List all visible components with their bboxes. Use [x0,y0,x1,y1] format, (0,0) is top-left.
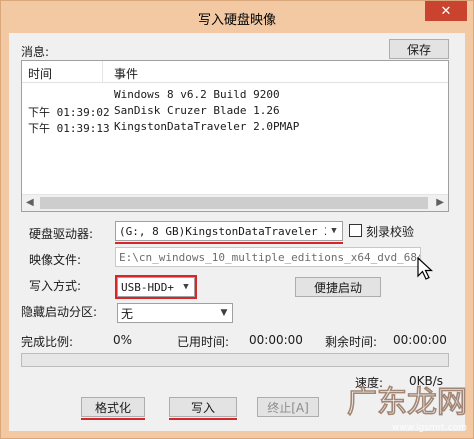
column-divider[interactable] [102,61,103,83]
title-bar[interactable]: 写入硬盘映像 ✕ [1,1,473,33]
progress-bar [21,353,449,367]
image-file-field[interactable]: E:\cn_windows_10_multiple_editions_x64_d… [115,247,421,267]
progress-label: 完成比例: [21,335,74,349]
drive-label: 硬盘驱动器: [29,227,94,241]
write-mode-label: 写入方式: [29,279,82,293]
verify-label[interactable]: 刻录校验 [366,223,414,240]
image-file-path: E:\cn_windows_10_multiple_editions_x64_d… [119,250,420,264]
remaining-value: 00:00:00 [393,333,447,347]
annotation-underline [81,418,145,420]
close-button[interactable]: ✕ [425,1,467,21]
scroll-right-icon[interactable]: ▶ [436,197,444,208]
drive-select[interactable]: (G:, 8 GB)KingstonDataTraveler 2.0PMAP ▼ [115,221,343,241]
chevron-down-icon[interactable]: ▼ [216,304,232,322]
hidden-partition-label: 隐藏启动分区: [21,305,98,319]
svg-text:www.lgsmrt.com: www.lgsmrt.com [392,423,467,433]
elapsed-value: 00:00:00 [249,333,303,347]
verify-checkbox[interactable] [349,224,362,237]
save-button[interactable]: 保存 [389,39,449,59]
column-time[interactable]: 时间 [28,65,52,82]
mouse-cursor-icon [417,257,433,280]
write-button[interactable]: 写入 [169,397,237,417]
remaining-label: 剩余时间: [325,335,378,349]
window-title: 写入硬盘映像 [197,13,276,28]
scroll-left-icon[interactable]: ◀ [26,197,34,208]
watermark-logo: 广东龙网 www.lgsmrt.com [347,385,468,433]
drive-select-value: (G:, 8 GB)KingstonDataTraveler 2.0PMAP [119,224,342,238]
quick-boot-button[interactable]: 便捷启动 [295,277,381,297]
column-event[interactable]: 事件 [114,65,138,82]
message-log[interactable]: 时间 事件 Windows 8 v6.2 Build 9200 下午 01:39… [21,60,449,212]
log-event: SanDisk Cruzer Blade 1.26 [114,104,280,117]
hidden-partition-select[interactable]: 无 ▼ [117,303,233,323]
log-event: Windows 8 v6.2 Build 9200 [114,88,280,101]
log-row: 下午 01:39:02 SanDisk Cruzer Blade 1.26 [22,103,448,119]
close-icon: ✕ [440,3,452,19]
log-header: 时间 事件 [22,61,448,83]
annotation-box [115,275,197,299]
chevron-down-icon[interactable]: ▼ [326,222,342,240]
annotation-underline [115,242,343,244]
elapsed-label: 已用时间: [177,335,230,349]
image-file-label: 映像文件: [29,253,82,267]
annotation-underline [169,418,237,420]
hidden-partition-value: 无 [121,306,134,321]
log-event: KingstonDataTraveler 2.0PMAP [114,120,300,133]
app-window: 写入硬盘映像 ✕ 消息: 保存 时间 事件 Windows 8 v6.2 Bui… [0,0,474,439]
scrollbar-thumb[interactable] [40,197,428,209]
format-button[interactable]: 格式化 [81,397,145,417]
progress-value: 0% [113,333,133,347]
log-time: 下午 01:39:02 [28,106,110,119]
svg-text:广东龙网: 广东龙网 [347,385,467,420]
log-row: 下午 01:39:13 KingstonDataTraveler 2.0PMAP [22,119,448,135]
dialog-body: 消息: 保存 时间 事件 Windows 8 v6.2 Build 9200 下… [9,33,465,431]
messages-label: 消息: [21,45,50,59]
horizontal-scrollbar[interactable]: ◀ ▶ [22,194,448,211]
log-row: Windows 8 v6.2 Build 9200 [22,87,448,103]
log-time: 下午 01:39:13 [28,122,110,135]
stop-button[interactable]: 终止[A] [257,397,319,417]
